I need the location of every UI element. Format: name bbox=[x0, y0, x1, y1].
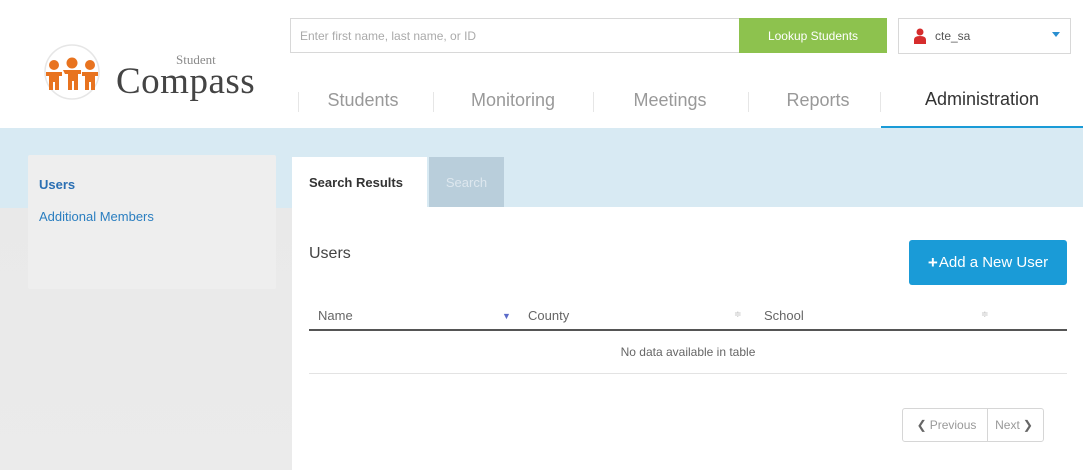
student-search-input[interactable] bbox=[290, 18, 739, 53]
lookup-students-button[interactable]: Lookup Students bbox=[739, 18, 887, 53]
logo-people-icon bbox=[44, 44, 100, 100]
users-panel: Users + Add a New User Name ▼ County ≑ S… bbox=[292, 207, 1083, 470]
previous-label: Previous bbox=[929, 418, 977, 432]
add-user-label: Add a New User bbox=[938, 254, 1049, 271]
users-table: Name ▼ County ≑ School ≑ No data availab… bbox=[309, 300, 1067, 374]
table-header: Name ▼ County ≑ School ≑ bbox=[309, 300, 1067, 331]
nav-students[interactable]: Students bbox=[308, 74, 418, 126]
app-header: Student Compass Lookup Students cte_sa S… bbox=[0, 0, 1083, 128]
column-header-county[interactable]: County bbox=[528, 308, 569, 323]
previous-page-button[interactable]: ❮ Previous bbox=[903, 409, 988, 441]
logo-title: Compass bbox=[116, 61, 256, 102]
nav-administration[interactable]: Administration bbox=[881, 74, 1083, 128]
sidebar-item-additional-members[interactable]: Additional Members bbox=[39, 209, 265, 224]
nav-divider bbox=[298, 92, 299, 112]
sort-icon[interactable]: ≑ bbox=[734, 309, 742, 320]
tab-search[interactable]: Search bbox=[429, 157, 504, 207]
user-name: cte_sa bbox=[935, 29, 971, 43]
admin-sidebar: Users Additional Members bbox=[28, 155, 276, 289]
sidebar-item-users[interactable]: Users bbox=[39, 177, 265, 192]
plus-icon: + bbox=[927, 252, 938, 272]
sort-icon[interactable]: ≑ bbox=[981, 309, 989, 320]
column-header-name[interactable]: Name bbox=[318, 308, 353, 323]
pagination: ❮ Previous Next ❯ bbox=[902, 408, 1044, 442]
chevron-left-icon: ❮ bbox=[916, 418, 927, 432]
page-title: Users bbox=[309, 245, 351, 262]
add-user-button[interactable]: + Add a New User bbox=[909, 240, 1067, 285]
sort-desc-icon[interactable]: ▼ bbox=[502, 311, 511, 321]
user-menu-dropdown[interactable]: cte_sa bbox=[898, 18, 1071, 54]
nav-divider bbox=[593, 92, 594, 112]
user-icon bbox=[914, 28, 926, 44]
table-empty-row: No data available in table bbox=[309, 331, 1067, 374]
nav-monitoring[interactable]: Monitoring bbox=[448, 74, 578, 126]
column-header-school[interactable]: School bbox=[764, 308, 804, 323]
nav-reports[interactable]: Reports bbox=[758, 74, 878, 126]
next-label: Next bbox=[995, 418, 1020, 432]
tab-search-results[interactable]: Search Results bbox=[292, 157, 427, 207]
next-page-button[interactable]: Next ❯ bbox=[988, 409, 1043, 441]
nav-divider bbox=[748, 92, 749, 112]
nav-meetings[interactable]: Meetings bbox=[610, 74, 730, 126]
chevron-right-icon: ❯ bbox=[1022, 418, 1033, 432]
nav-divider bbox=[433, 92, 434, 112]
caret-down-icon[interactable] bbox=[1052, 32, 1060, 37]
main-nav: Students Monitoring Meetings Reports Adm… bbox=[288, 74, 1083, 128]
student-compass-logo[interactable]: Student Compass bbox=[34, 38, 264, 108]
